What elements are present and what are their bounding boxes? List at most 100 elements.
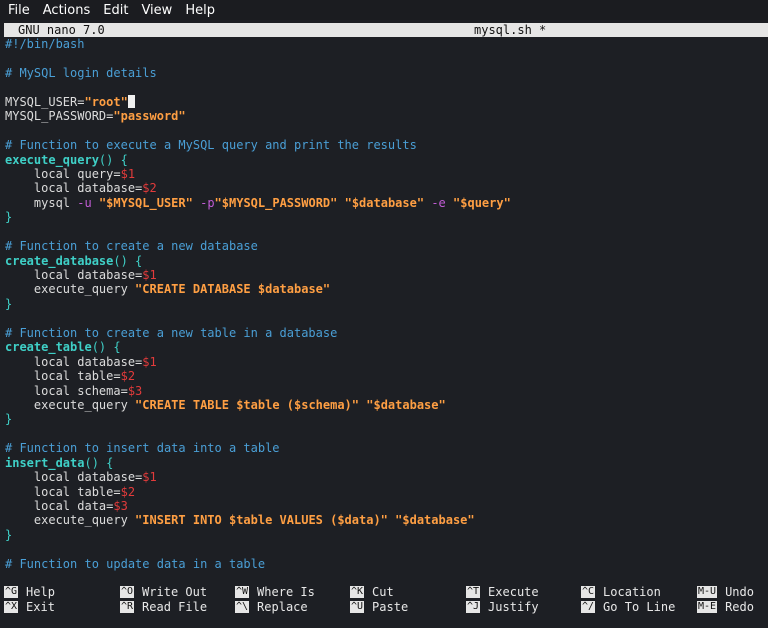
shortcut-label: Undo bbox=[725, 585, 754, 599]
menu-actions[interactable]: Actions bbox=[35, 3, 96, 18]
code-line: # Function to create a new database bbox=[5, 239, 768, 253]
shortcut-go-to-line[interactable]: ^/ Go To Line bbox=[581, 600, 675, 614]
code-token: MYSQL_PASSWORD= bbox=[5, 109, 114, 124]
shortcut-label: Cut bbox=[372, 585, 394, 599]
shortcut-paste[interactable]: ^U Paste bbox=[350, 600, 408, 614]
file-name: mysql.sh * bbox=[474, 23, 547, 37]
code-token: $1 bbox=[142, 470, 157, 485]
code-token: () { bbox=[113, 253, 143, 268]
code-token: "$query" bbox=[453, 195, 511, 210]
code-line: local database=$1 bbox=[5, 355, 768, 369]
shortcut-redo[interactable]: M-E Redo bbox=[697, 600, 754, 614]
code-line: local data=$3 bbox=[5, 499, 768, 513]
shortcut-execute[interactable]: ^T Execute bbox=[466, 585, 539, 599]
code-token: } bbox=[5, 527, 13, 542]
code-token: local schema= bbox=[5, 383, 128, 398]
code-token: -u bbox=[77, 195, 92, 210]
editor-text-area[interactable]: #!/bin/bash # MySQL login details MYSQL_US… bbox=[5, 37, 768, 577]
shortcut-cut[interactable]: ^K Cut bbox=[350, 585, 394, 599]
code-line: local database=$1 bbox=[5, 470, 768, 484]
shortcut-label: Go To Line bbox=[603, 600, 676, 614]
code-token: # Function to update data in a table bbox=[5, 556, 266, 571]
code-token: "root" bbox=[84, 94, 128, 109]
code-token: create_table bbox=[5, 340, 92, 355]
code-token: # Function to insert data into a table bbox=[5, 441, 280, 456]
shortcut-label: Replace bbox=[257, 600, 308, 614]
code-line: create_table() { bbox=[5, 340, 768, 354]
code-token: MYSQL_USER= bbox=[5, 94, 85, 109]
code-line: execute_query() { bbox=[5, 153, 768, 167]
shortcut-write-out[interactable]: ^O Write Out bbox=[120, 585, 207, 599]
code-token: # MySQL login details bbox=[5, 65, 157, 80]
code-token: # Function to create a new database bbox=[5, 239, 258, 254]
code-token: "$database" bbox=[344, 195, 425, 210]
code-token: () { bbox=[84, 455, 114, 470]
menu-bar: File Actions Edit View Help bbox=[0, 0, 768, 20]
shortcut-justify[interactable]: ^J Justify bbox=[466, 600, 539, 614]
code-token: } bbox=[5, 412, 13, 427]
shortcut-where-is[interactable]: ^W Where Is bbox=[235, 585, 315, 599]
code-line: MYSQL_USER="root" bbox=[5, 94, 768, 109]
code-token: "$database" bbox=[366, 397, 446, 412]
code-token: #!/bin/bash bbox=[5, 37, 85, 51]
code-line: } bbox=[5, 210, 768, 224]
shortcut-label: Write Out bbox=[142, 585, 208, 599]
code-token: $1 bbox=[120, 166, 136, 181]
code-token: $3 bbox=[127, 383, 143, 398]
shortcut-key: ^X bbox=[4, 601, 19, 613]
shortcut-replace[interactable]: ^\ Replace bbox=[235, 600, 308, 614]
code-line: # Function to execute a MySQL query and … bbox=[5, 138, 768, 152]
shortcut-location[interactable]: ^C Location bbox=[581, 585, 661, 599]
code-token: execute_query bbox=[5, 513, 136, 528]
code-token: "INSERT INTO $table VALUES ($data)" bbox=[135, 513, 388, 528]
shortcut-label: Help bbox=[26, 585, 55, 599]
shortcut-key: ^O bbox=[120, 586, 135, 598]
code-line: create_database() { bbox=[5, 254, 768, 268]
menu-file[interactable]: File bbox=[0, 3, 35, 18]
code-token: $2 bbox=[120, 484, 136, 499]
code-token: insert_data bbox=[5, 455, 85, 470]
code-token: execute_query bbox=[5, 397, 136, 412]
shortcut-key: ^G bbox=[4, 586, 19, 598]
shortcut-exit[interactable]: ^X Exit bbox=[4, 600, 55, 614]
code-token: # Function to execute a MySQL query and … bbox=[5, 138, 417, 153]
code-token: local data= bbox=[5, 499, 114, 513]
shortcut-key: ^W bbox=[235, 586, 250, 598]
shortcut-key: ^U bbox=[350, 601, 365, 613]
shortcut-undo[interactable]: M-U Undo bbox=[697, 585, 754, 599]
code-line: mysql -u "$MYSQL_USER" -p"$MYSQL_PASSWOR… bbox=[5, 196, 768, 210]
shortcut-label: Execute bbox=[488, 585, 539, 599]
shortcut-key: ^C bbox=[581, 586, 596, 598]
shortcut-key: ^K bbox=[350, 586, 365, 598]
code-token: $2 bbox=[120, 369, 136, 384]
code-line: # MySQL login details bbox=[5, 66, 768, 80]
menu-edit[interactable]: Edit bbox=[95, 3, 133, 18]
shortcut-key: ^R bbox=[120, 601, 135, 613]
code-line: #!/bin/bash bbox=[5, 37, 768, 51]
shortcut-key: ^J bbox=[466, 601, 481, 613]
code-token: mysql bbox=[5, 195, 78, 210]
shortcut-label: Where Is bbox=[257, 585, 315, 599]
code-line: local database=$2 bbox=[5, 181, 768, 195]
shortcut-bar: ^G Help ^X Exit ^O Write Out ^R Read File ^W Wher… bbox=[0, 585, 768, 615]
shortcut-read-file[interactable]: ^R Read File bbox=[120, 600, 207, 614]
shortcut-key: ^T bbox=[466, 586, 481, 598]
menu-view[interactable]: View bbox=[133, 3, 177, 18]
code-token: "CREATE TABLE $table ($schema)" bbox=[135, 397, 360, 412]
code-token: local database= bbox=[5, 354, 143, 369]
shortcut-help[interactable]: ^G Help bbox=[4, 585, 55, 599]
code-token: execute_query bbox=[5, 152, 99, 167]
code-token: $1 bbox=[142, 354, 157, 369]
code-token: $3 bbox=[113, 499, 128, 513]
shortcut-key: M-E bbox=[697, 601, 718, 613]
code-line: local query=$1 bbox=[5, 167, 768, 181]
menu-help[interactable]: Help bbox=[177, 3, 220, 18]
